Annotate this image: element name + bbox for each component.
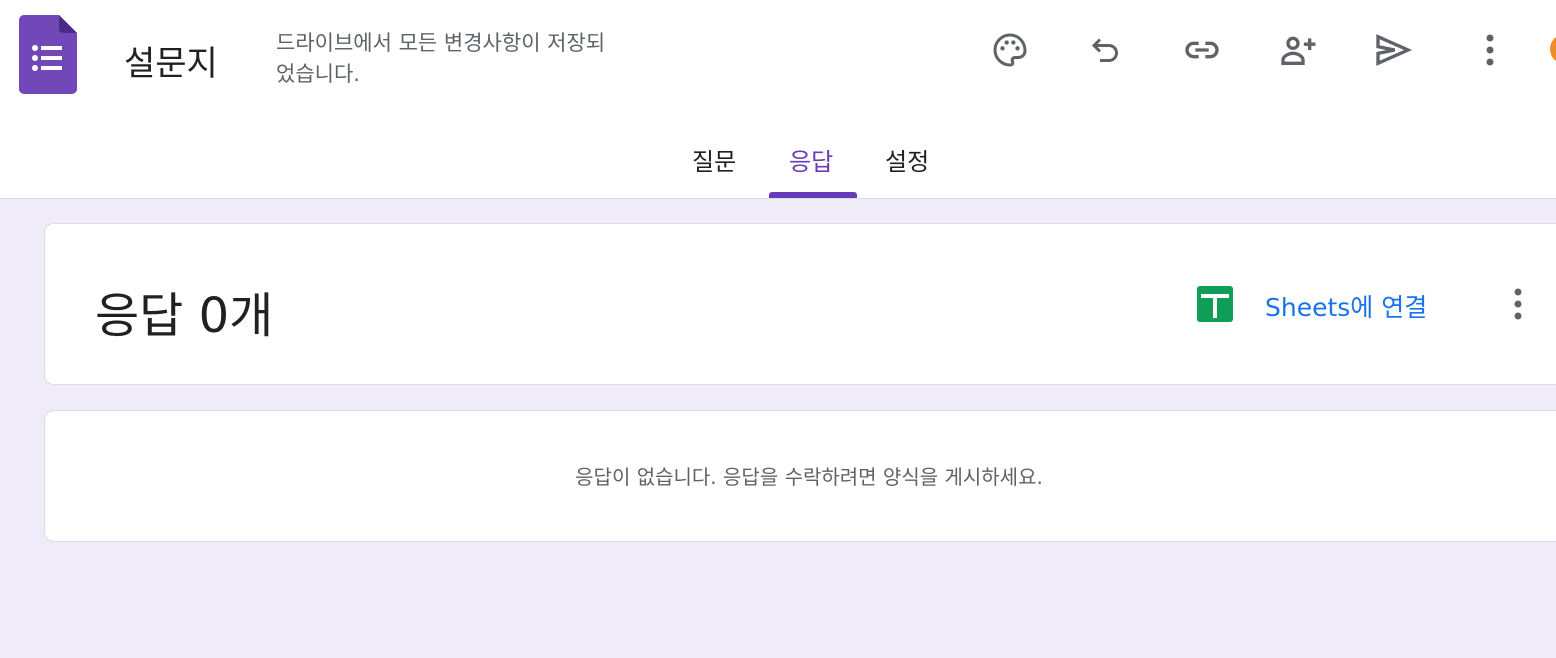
- forms-logo-icon[interactable]: [19, 15, 77, 94]
- save-status: 드라이브에서 모든 변경사항이 저장되었습니다.: [276, 31, 606, 86]
- palette-icon[interactable]: [987, 27, 1033, 73]
- link-to-sheets-button[interactable]: Sheets에 연결: [1265, 288, 1427, 324]
- tab-responses[interactable]: 응답: [789, 142, 833, 177]
- avatar[interactable]: [1550, 34, 1556, 64]
- response-count: 응답 0개: [95, 288, 274, 344]
- responses-summary-card: 응답 0개 Sheets에 연결: [44, 223, 1556, 385]
- add-collaborator-icon[interactable]: [1275, 27, 1321, 73]
- tab-settings[interactable]: 설정: [885, 142, 929, 177]
- empty-responses-card: 응답이 없습니다. 응답을 수락하려면 양식을 게시하세요.: [44, 410, 1556, 542]
- more-vert-icon[interactable]: [1467, 27, 1513, 73]
- empty-message: 응답이 없습니다. 응답을 수락하려면 양식을 게시하세요.: [575, 465, 1043, 489]
- form-title[interactable]: 설문지: [124, 36, 218, 85]
- link-icon[interactable]: [1179, 27, 1225, 73]
- active-tab-indicator: [769, 192, 857, 198]
- sheets-icon[interactable]: [1197, 286, 1233, 322]
- app-header: 설문지 드라이브에서 모든 변경사항이 저장되었습니다. 질문 응답 설정: [0, 0, 1556, 199]
- send-icon[interactable]: [1370, 27, 1416, 73]
- tab-questions[interactable]: 질문: [692, 142, 736, 177]
- responses-more-icon[interactable]: [1500, 284, 1536, 324]
- undo-icon[interactable]: [1083, 27, 1129, 73]
